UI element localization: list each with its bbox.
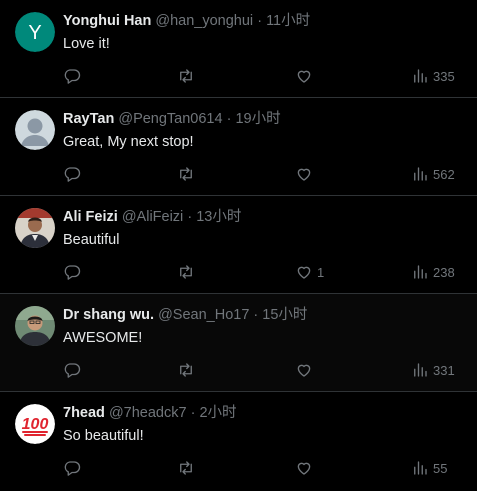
reply-text: Beautiful — [63, 232, 120, 248]
reply-header: RayTan @PengTan0614 · 19小时 — [63, 110, 281, 128]
user-handle[interactable]: @Sean_Ho17 — [158, 307, 249, 323]
avatar[interactable] — [15, 208, 55, 248]
display-name[interactable]: Dr shang wu. — [63, 307, 154, 323]
bar-chart-icon — [411, 361, 429, 379]
heart-icon — [295, 263, 313, 281]
separator-dot: · — [187, 209, 193, 225]
action-bar: 331 — [0, 360, 477, 380]
view-count: 562 — [433, 166, 455, 182]
reply-header: 7head @7headck7 · 2小时 — [63, 404, 237, 422]
avatar-letter: Y — [28, 22, 41, 44]
retweet-button[interactable] — [177, 458, 195, 478]
user-handle[interactable]: @han_yonghui — [155, 13, 253, 29]
reply-icon — [63, 361, 81, 379]
separator-dot: · — [226, 111, 232, 127]
reply-button[interactable] — [63, 164, 81, 184]
reply-header: Yonghui Han @han_yonghui · 11小时 — [63, 12, 310, 30]
hundred-points-icon: 100 — [22, 416, 49, 433]
reply-icon — [63, 459, 81, 477]
display-name[interactable]: RayTan — [63, 111, 114, 127]
reply-item[interactable]: RayTan @PengTan0614 · 19小时 Great, My nex… — [0, 98, 477, 196]
retweet-button[interactable] — [177, 360, 195, 380]
view-count: 55 — [433, 460, 448, 476]
bar-chart-icon — [411, 459, 429, 477]
heart-icon — [295, 459, 313, 477]
views-button[interactable]: 55 — [411, 458, 447, 478]
bar-chart-icon — [411, 263, 429, 281]
separator-dot: · — [257, 13, 263, 29]
reply-text: AWESOME! — [63, 330, 143, 346]
avatar[interactable] — [15, 306, 55, 346]
bar-chart-icon — [411, 67, 429, 85]
timestamp[interactable]: 11小时 — [266, 13, 310, 29]
reply-button[interactable] — [63, 66, 81, 86]
heart-icon — [295, 361, 313, 379]
reply-item[interactable]: Dr shang wu. @Sean_Ho17 · 15小时 AWESOME! … — [0, 294, 477, 392]
action-bar: 562 — [0, 164, 477, 184]
reply-icon — [63, 165, 81, 183]
reply-icon — [63, 67, 81, 85]
display-name[interactable]: Ali Feizi — [63, 209, 118, 225]
views-button[interactable]: 335 — [411, 66, 455, 86]
reply-text: So beautiful! — [63, 428, 144, 444]
like-button[interactable] — [295, 458, 317, 478]
like-button[interactable]: 1 — [295, 262, 324, 282]
retweet-icon — [177, 67, 195, 85]
display-name[interactable]: 7head — [63, 405, 105, 421]
reply-item[interactable]: Y Yonghui Han @han_yonghui · 11小时 Love i… — [0, 0, 477, 98]
reply-item[interactable]: Ali Feizi @AliFeizi · 13小时 Beautiful 1 2… — [0, 196, 477, 294]
views-button[interactable]: 331 — [411, 360, 455, 380]
view-count: 331 — [433, 362, 455, 378]
retweet-icon — [177, 459, 195, 477]
retweet-button[interactable] — [177, 66, 195, 86]
heart-icon — [295, 67, 313, 85]
avatar[interactable]: Y — [15, 12, 55, 52]
reply-button[interactable] — [63, 262, 81, 282]
reply-header: Dr shang wu. @Sean_Ho17 · 15小时 — [63, 306, 307, 324]
views-button[interactable]: 238 — [411, 262, 455, 282]
like-button[interactable] — [295, 66, 317, 86]
retweet-icon — [177, 165, 195, 183]
like-button[interactable] — [295, 360, 317, 380]
reply-header: Ali Feizi @AliFeizi · 13小时 — [63, 208, 241, 226]
separator-dot: · — [190, 405, 196, 421]
display-name[interactable]: Yonghui Han — [63, 13, 151, 29]
action-bar: 1 238 — [0, 262, 477, 282]
bar-chart-icon — [411, 165, 429, 183]
retweet-icon — [177, 263, 195, 281]
reply-text: Love it! — [63, 36, 110, 52]
separator-dot: · — [253, 307, 259, 323]
user-handle[interactable]: @AliFeizi — [122, 209, 183, 225]
reply-icon — [63, 263, 81, 281]
reply-button[interactable] — [63, 360, 81, 380]
timestamp[interactable]: 19小时 — [235, 111, 280, 127]
avatar[interactable] — [15, 110, 55, 150]
user-handle[interactable]: @7headck7 — [109, 405, 187, 421]
like-button[interactable] — [295, 164, 317, 184]
retweet-icon — [177, 361, 195, 379]
view-count: 238 — [433, 264, 455, 280]
heart-icon — [295, 165, 313, 183]
reply-item[interactable]: 100 7head @7headck7 · 2小时 So beautiful! — [0, 392, 477, 491]
retweet-button[interactable] — [177, 164, 195, 184]
timestamp[interactable]: 2小时 — [199, 405, 236, 421]
view-count: 335 — [433, 68, 455, 84]
timestamp[interactable]: 15小时 — [262, 307, 307, 323]
timestamp[interactable]: 13小时 — [196, 209, 241, 225]
retweet-button[interactable] — [177, 262, 195, 282]
action-bar: 55 — [0, 458, 477, 478]
reply-text: Great, My next stop! — [63, 134, 194, 150]
action-bar: 335 — [0, 66, 477, 86]
replies-feed: Y Yonghui Han @han_yonghui · 11小时 Love i… — [0, 0, 477, 491]
avatar[interactable]: 100 — [15, 404, 55, 444]
reply-button[interactable] — [63, 458, 81, 478]
views-button[interactable]: 562 — [411, 164, 455, 184]
user-handle[interactable]: @PengTan0614 — [118, 111, 222, 127]
like-count: 1 — [317, 264, 325, 280]
